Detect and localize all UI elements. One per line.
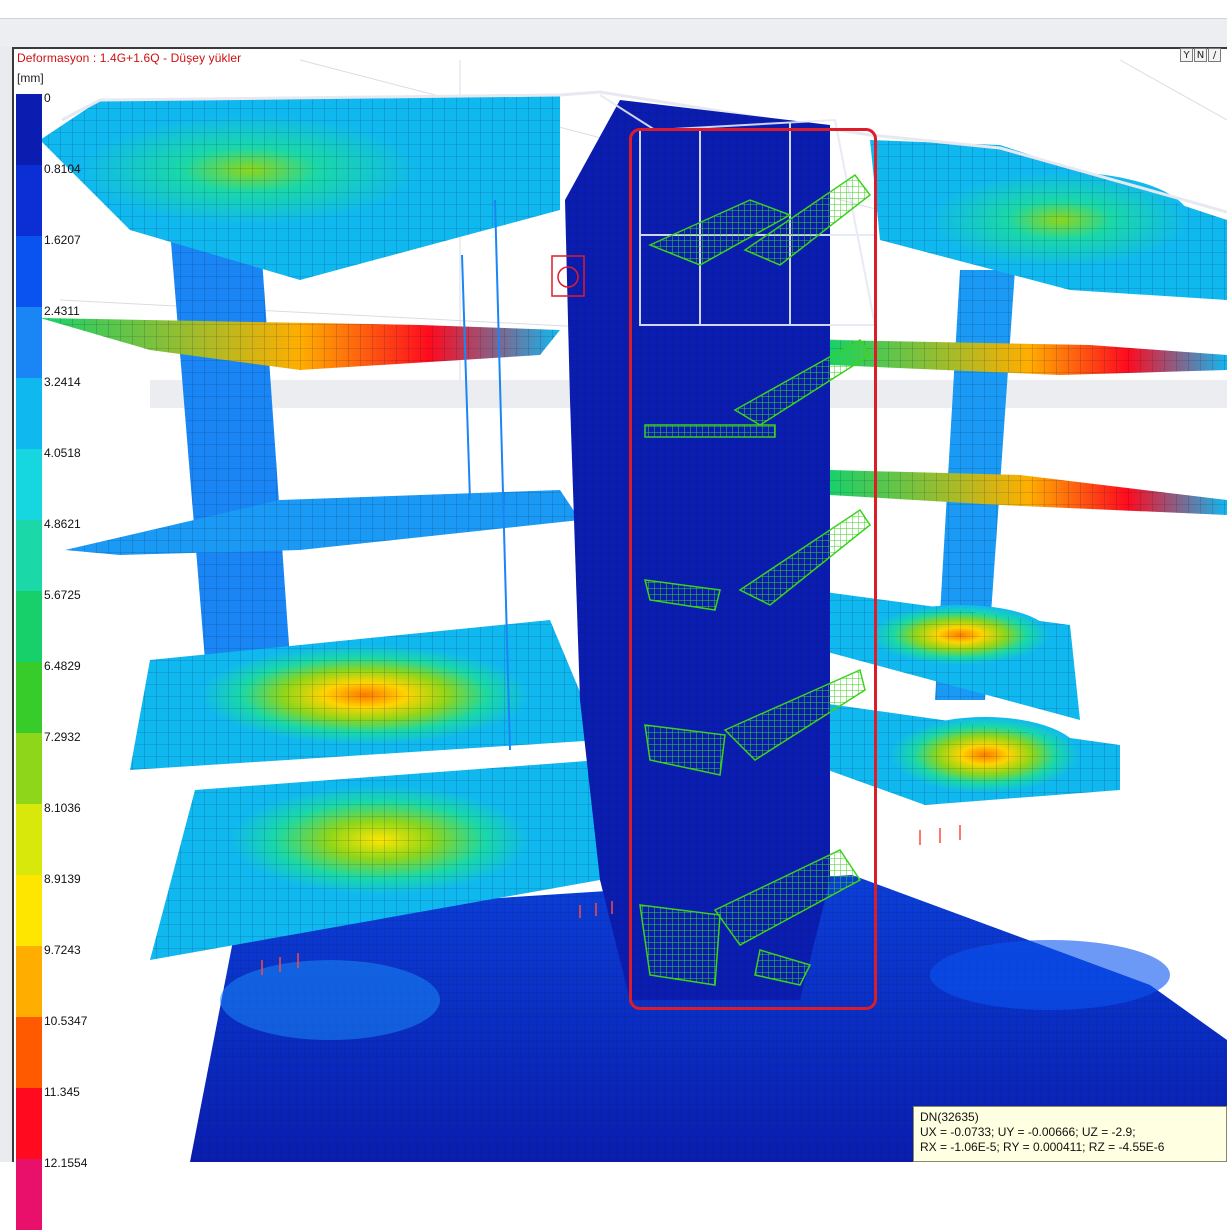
node-info-tooltip: DN(32635) UX = -0.0733; UY = -0.00666; U…: [913, 1106, 1227, 1162]
legend-swatch: [16, 307, 42, 378]
legend-value-label: 3.2414: [44, 375, 81, 389]
legend-value-label: 0.8104: [44, 162, 81, 176]
stair-core-highlight: [629, 128, 877, 1010]
legend-value-label: 1.6207: [44, 233, 81, 247]
legend-swatch: [16, 449, 42, 520]
legend-swatch: [16, 520, 42, 591]
legend-swatch: [16, 1088, 42, 1159]
view-toolbar: Y N /: [1180, 48, 1221, 64]
legend-swatch: [16, 804, 42, 875]
legend-value-label: 12.1554: [44, 1156, 88, 1170]
legend-value-label: 10.5347: [44, 1014, 88, 1028]
n-toggle-icon[interactable]: N: [1194, 48, 1207, 62]
legend-swatch: [16, 733, 42, 804]
node-translations: UX = -0.0733; UY = -0.00666; UZ = -2.9;: [920, 1125, 1136, 1139]
legend-value-label: 8.9139: [44, 872, 81, 886]
filter-icon[interactable]: Y: [1180, 48, 1193, 62]
legend-swatch: [16, 236, 42, 307]
legend-swatch: [16, 946, 42, 1017]
color-legend-bar: [16, 94, 42, 1230]
legend-value-label: 8.1036: [44, 801, 81, 815]
legend-value-label: 7.2932: [44, 730, 81, 744]
result-title: Deformasyon : 1.4G+1.6Q - Düşey yükler: [17, 51, 242, 65]
legend-value-label: 5.6725: [44, 588, 81, 602]
legend-value-label: 4.0518: [44, 446, 81, 460]
legend-swatch: [16, 94, 42, 165]
legend-swatch: [16, 378, 42, 449]
legend-swatch: [16, 1159, 42, 1230]
legend-swatch: [16, 875, 42, 946]
legend-swatch: [16, 591, 42, 662]
node-id: DN(32635): [920, 1110, 979, 1124]
legend-value-label: 0: [44, 91, 51, 105]
legend-value-label: 11.345: [44, 1085, 80, 1099]
legend-value-label: 2.4311: [44, 304, 80, 318]
legend-value-label: 9.7243: [44, 943, 81, 957]
legend-unit: [mm]: [17, 71, 44, 85]
legend-swatch: [16, 1017, 42, 1088]
legend-swatch: [16, 165, 42, 236]
legend-value-label: 4.8621: [44, 517, 81, 531]
legend-value-label: 6.4829: [44, 659, 81, 673]
slash-toggle-icon[interactable]: /: [1208, 48, 1221, 62]
fem-model-render[interactable]: [0, 0, 1227, 1162]
legend-swatch: [16, 662, 42, 733]
node-rotations: RX = -1.06E-5; RY = 0.000411; RZ = -4.55…: [920, 1140, 1165, 1154]
